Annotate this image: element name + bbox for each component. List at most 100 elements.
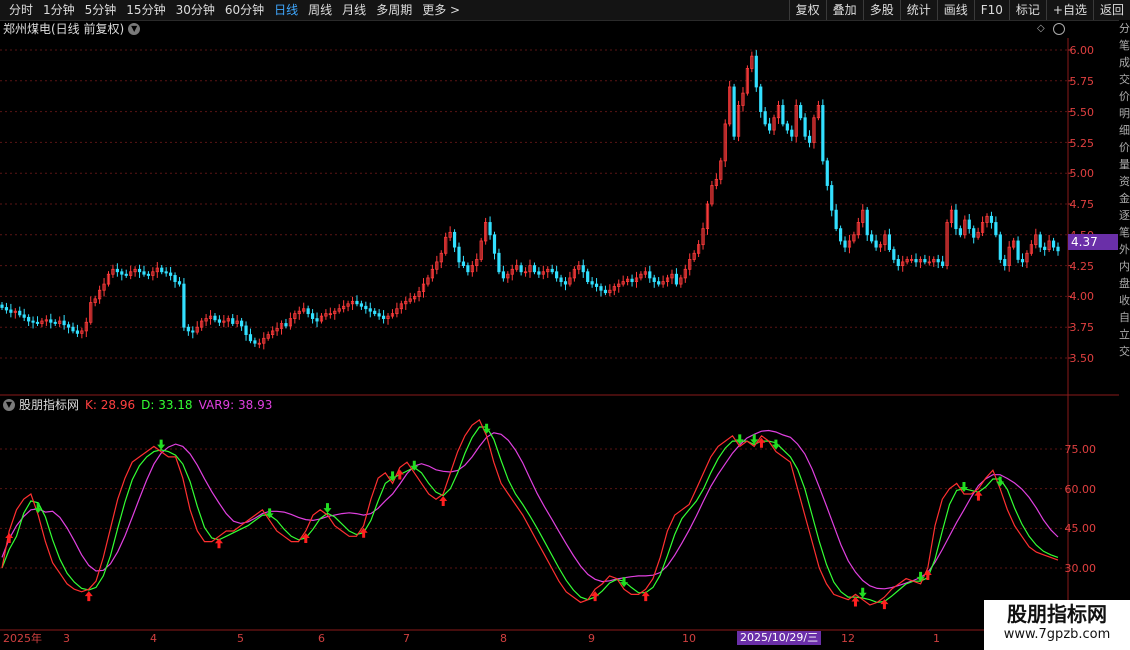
sell-arrow-icon <box>323 503 332 514</box>
indicator-header: ▼ 股朋指标网 K: 28.96 D: 33.18 VAR9: 38.93 <box>3 397 278 413</box>
side-panel-label: 价 <box>1119 90 1130 103</box>
side-panel-label: 自 <box>1119 311 1130 324</box>
candle-body <box>532 265 537 273</box>
chart-area[interactable]: 6.00 5.75 5.50 5.25 5.00 4.75 4.50 4.25 … <box>0 20 1119 650</box>
candle-body <box>0 304 4 308</box>
time-label: 6 <box>318 632 325 645</box>
candle-body <box>142 271 146 275</box>
candle-body <box>492 234 497 254</box>
candle-body <box>120 271 124 275</box>
indicator-tick: 60.00 <box>1065 483 1097 496</box>
side-panel-label: 立 <box>1119 328 1130 341</box>
price-tick: 6.00 <box>1070 44 1095 57</box>
candle-body <box>31 320 35 323</box>
side-panel-label: 明 <box>1119 107 1130 120</box>
candle-body <box>1020 259 1025 263</box>
candle-body <box>563 281 568 285</box>
back-button[interactable]: 返回 <box>1092 0 1130 20</box>
candle-body <box>497 252 501 273</box>
f10-button[interactable]: F10 <box>973 0 1009 20</box>
candle-body <box>843 240 847 248</box>
tab-1min[interactable]: 1分钟 <box>38 0 80 20</box>
candle-body <box>941 261 945 266</box>
candle-body <box>452 231 457 248</box>
side-panel-label: 笔 <box>1119 226 1130 239</box>
time-label: 4 <box>150 632 157 645</box>
tab-60min[interactable]: 60分钟 <box>220 0 269 20</box>
candle-body <box>164 271 168 274</box>
candle-body <box>137 268 142 273</box>
side-panel-label: 细 <box>1119 124 1130 137</box>
overlay-button[interactable]: 叠加 <box>825 0 863 20</box>
candle-body <box>71 326 75 332</box>
candle-body <box>803 117 807 137</box>
tab-intraday[interactable]: 分时 <box>4 0 38 20</box>
candle-body <box>825 160 829 186</box>
candle-body <box>594 283 599 287</box>
side-panel-label: 外 <box>1119 243 1130 256</box>
mark-button[interactable]: 标记 <box>1008 0 1046 20</box>
d-value: D: 33.18 <box>141 398 193 412</box>
price-tick: 3.75 <box>1070 321 1095 334</box>
candle-body <box>53 321 57 324</box>
price-tick: 4.75 <box>1070 198 1095 211</box>
candle-body <box>213 315 217 321</box>
candle-body <box>767 123 772 131</box>
tab-30min[interactable]: 30分钟 <box>171 0 220 20</box>
candle-body <box>22 314 26 318</box>
statistics-button[interactable]: 统计 <box>899 0 937 20</box>
candle-body <box>1043 246 1047 250</box>
candle-body <box>550 268 554 273</box>
candle-body <box>173 275 177 283</box>
tab-multi-period[interactable]: 多周期 <box>371 0 417 20</box>
tab-more[interactable]: 更多 > <box>417 0 465 20</box>
candle-body <box>310 313 315 319</box>
tab-daily[interactable]: 日线 <box>269 0 303 20</box>
candle-body <box>1016 240 1020 260</box>
candle-body <box>244 325 248 335</box>
tab-15min[interactable]: 15分钟 <box>121 0 170 20</box>
tab-weekly[interactable]: 周线 <box>303 0 337 20</box>
tab-5min[interactable]: 5分钟 <box>80 0 122 20</box>
candle-body <box>581 265 585 273</box>
watermark-title: 股朋指标网 <box>1007 602 1107 626</box>
candle-body <box>674 273 679 285</box>
candle-body <box>359 303 363 307</box>
candle-body <box>9 309 13 313</box>
draw-line-button[interactable]: 画线 <box>936 0 974 20</box>
chevron-down-icon[interactable]: ▼ <box>3 399 15 411</box>
candle-body <box>1038 234 1042 248</box>
candle-body <box>896 259 900 267</box>
candle-body <box>989 215 994 223</box>
candle-body <box>603 289 608 294</box>
candle-body <box>315 318 319 322</box>
candle-body <box>457 246 461 263</box>
candle-body <box>1003 259 1007 267</box>
tab-monthly[interactable]: 月线 <box>337 0 371 20</box>
add-watchlist-button[interactable]: +自选 <box>1045 0 1093 20</box>
restore-rights-button[interactable]: 复权 <box>788 0 826 20</box>
multi-stock-button[interactable]: 多股 <box>862 0 900 20</box>
side-panel-label: 交 <box>1119 345 1130 358</box>
candle-body <box>35 321 40 324</box>
candle-body <box>364 305 368 310</box>
indicator-axis: 75.00 60.00 45.00 30.00 <box>1065 443 1097 575</box>
candle-body <box>186 326 190 332</box>
candle-body <box>488 222 492 236</box>
side-panel-label: 量 <box>1119 158 1130 171</box>
buy-arrow-icon <box>84 591 93 602</box>
k-value: K: 28.96 <box>85 398 136 412</box>
candle-body <box>368 308 372 312</box>
period-toolbar: 分时 1分钟 5分钟 15分钟 30分钟 60分钟 日线 周线 月线 多周期 更… <box>0 0 1130 21</box>
candle-body <box>763 111 767 125</box>
candle-body <box>66 324 71 328</box>
sell-arrow-icon <box>858 587 867 598</box>
candle-body <box>18 310 22 316</box>
price-tick: 3.50 <box>1070 352 1095 365</box>
time-label: 8 <box>500 632 507 645</box>
candle-body <box>648 271 652 279</box>
candle-body <box>732 86 736 137</box>
buy-arrow-icon <box>395 469 404 480</box>
candle-body <box>923 259 927 263</box>
candle-body <box>754 55 758 88</box>
